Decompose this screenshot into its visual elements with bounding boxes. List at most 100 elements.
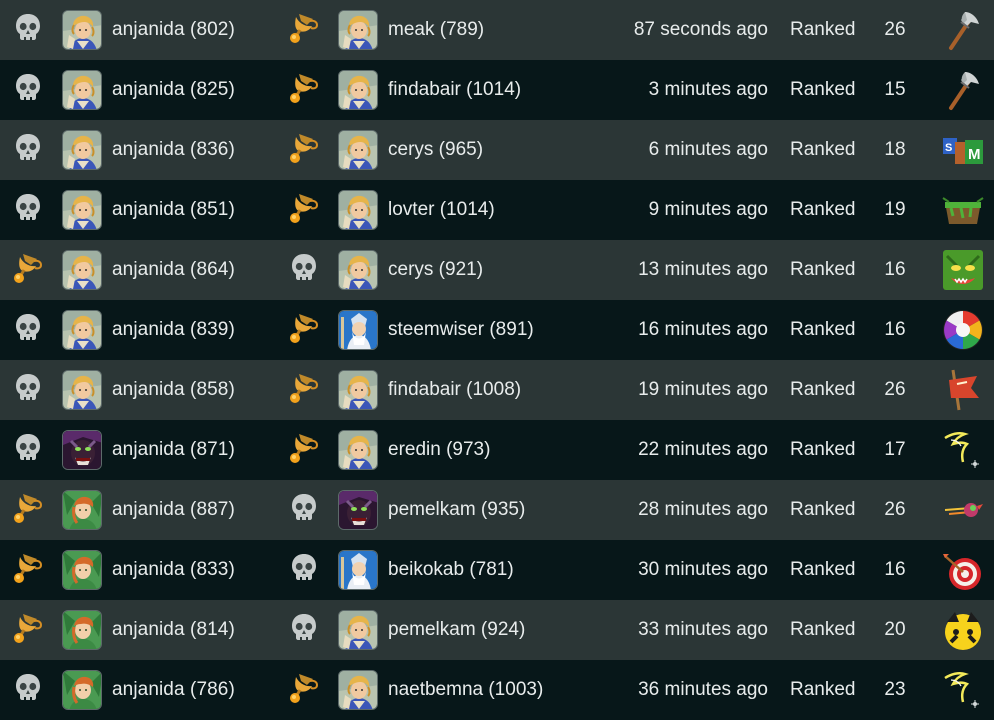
player2-avatar-cell (338, 420, 378, 480)
player1-avatar-cell (62, 660, 102, 720)
player1-name-rating[interactable]: anjanida (825) (112, 60, 235, 120)
match-type: Ranked (790, 0, 856, 60)
battle-row[interactable]: anjanida (833) beikokab (781) 30 minutes… (0, 540, 994, 600)
player1-name-rating[interactable]: anjanida (786) (112, 660, 235, 720)
skull-icon (13, 372, 43, 409)
avatar[interactable] (62, 10, 102, 50)
skull-icon (13, 672, 43, 709)
avatar[interactable] (62, 670, 102, 710)
avatar[interactable] (338, 70, 378, 110)
avatar[interactable] (62, 310, 102, 350)
avatar[interactable] (338, 490, 378, 530)
lightning-icon[interactable] (941, 428, 985, 472)
player1-name-rating[interactable]: anjanida (858) (112, 360, 235, 420)
player1-name-rating[interactable]: anjanida (833) (112, 540, 235, 600)
player2-result (282, 480, 326, 540)
avatar[interactable] (62, 250, 102, 290)
avatar[interactable] (338, 670, 378, 710)
player1-name-rating[interactable]: anjanida (836) (112, 120, 235, 180)
avatar[interactable] (62, 190, 102, 230)
avatar[interactable] (62, 70, 102, 110)
mana-cap: 16 (870, 240, 920, 300)
battle-row[interactable]: anjanida (887) pemelkam (935) 28 minutes… (0, 480, 994, 540)
avatar[interactable] (338, 310, 378, 350)
battle-row[interactable]: anjanida (814) pemelkam (924) 33 minutes… (0, 600, 994, 660)
player2-name-rating[interactable]: eredin (973) (388, 420, 490, 480)
avatar[interactable] (338, 610, 378, 650)
avatar[interactable] (338, 130, 378, 170)
player2-name-rating[interactable]: beikokab (781) (388, 540, 514, 600)
comet-icon[interactable] (941, 488, 985, 532)
battle-row[interactable]: anjanida (802) meak (789) 87 seconds ago… (0, 0, 994, 60)
player1-name-rating[interactable]: anjanida (871) (112, 420, 235, 480)
mana-cap-value: 17 (884, 439, 906, 460)
player2-avatar-cell (338, 240, 378, 300)
player1-result (6, 300, 50, 360)
battle-row[interactable]: anjanida (851) lovter (1014) 9 minutes a… (0, 180, 994, 240)
lightning-icon[interactable] (941, 668, 985, 712)
player1-name-rating[interactable]: anjanida (839) (112, 300, 235, 360)
player2-result (282, 0, 326, 60)
sm-crates-icon[interactable]: S M (941, 128, 985, 172)
battle-time: 36 minutes ago (600, 660, 768, 720)
battle-row[interactable]: anjanida (864) cerys (921) 13 minutes ag… (0, 240, 994, 300)
avatar[interactable] (338, 370, 378, 410)
player1-name-rating[interactable]: anjanida (802) (112, 0, 235, 60)
player2-name-rating[interactable]: pemelkam (935) (388, 480, 525, 540)
goblin-face-icon[interactable] (941, 248, 985, 292)
battle-row[interactable]: anjanida (786) naetbemna (1003) 36 minut… (0, 660, 994, 720)
ruleset-cell (941, 360, 985, 420)
trophy-icon (11, 491, 45, 530)
player2-avatar-cell (338, 540, 378, 600)
ruleset-cell (941, 240, 985, 300)
avatar[interactable] (62, 550, 102, 590)
avatar[interactable] (338, 190, 378, 230)
player2-name-rating[interactable]: cerys (921) (388, 240, 483, 300)
battle-row[interactable]: anjanida (871) eredin (973) 22 minutes a… (0, 420, 994, 480)
avatar[interactable] (62, 430, 102, 470)
player1-name-rating[interactable]: anjanida (864) (112, 240, 235, 300)
avatar[interactable] (338, 10, 378, 50)
ruleset-cell (941, 600, 985, 660)
battle-row[interactable]: anjanida (858) findabair (1008) 19 minut… (0, 360, 994, 420)
player1-name-rating[interactable]: anjanida (851) (112, 180, 235, 240)
avatar[interactable] (62, 130, 102, 170)
player2-name-rating[interactable]: findabair (1014) (388, 60, 521, 120)
color-wheel-icon[interactable] (941, 308, 985, 352)
player2-name-rating[interactable]: findabair (1008) (388, 360, 521, 420)
player1-result (6, 540, 50, 600)
player2-name-rating[interactable]: pemelkam (924) (388, 600, 525, 660)
axe-icon[interactable] (941, 68, 985, 112)
red-banner-icon[interactable] (941, 368, 985, 412)
battle-row[interactable]: anjanida (839) steemwiser (891) 16 minut… (0, 300, 994, 360)
player1-name-rating[interactable]: anjanida (887) (112, 480, 235, 540)
match-type: Ranked (790, 360, 856, 420)
player2-avatar-cell (338, 300, 378, 360)
player2-result (282, 240, 326, 300)
axe-icon[interactable] (941, 8, 985, 52)
avatar[interactable] (62, 610, 102, 650)
player2-name-rating[interactable]: cerys (965) (388, 120, 483, 180)
player1-name: anjanida (864) (112, 259, 235, 280)
avatar[interactable] (62, 490, 102, 530)
avatar[interactable] (338, 550, 378, 590)
avatar[interactable] (62, 370, 102, 410)
earth-block-icon[interactable] (941, 188, 985, 232)
player2-name: lovter (1014) (388, 199, 495, 220)
player2-name-rating[interactable]: naetbemna (1003) (388, 660, 543, 720)
mana-cap-value: 19 (884, 199, 906, 220)
player2-name-rating[interactable]: meak (789) (388, 0, 484, 60)
skull-icon (289, 552, 319, 589)
player2-avatar-cell (338, 0, 378, 60)
player2-name-rating[interactable]: steemwiser (891) (388, 300, 534, 360)
battle-row[interactable]: anjanida (836) cerys (965) 6 minutes ago… (0, 120, 994, 180)
player1-name-rating[interactable]: anjanida (814) (112, 600, 235, 660)
battle-time: 87 seconds ago (600, 0, 768, 60)
target-icon[interactable] (941, 548, 985, 592)
yellow-face-icon[interactable] (941, 608, 985, 652)
battle-time: 28 minutes ago (600, 480, 768, 540)
battle-row[interactable]: anjanida (825) findabair (1014) 3 minute… (0, 60, 994, 120)
player2-name-rating[interactable]: lovter (1014) (388, 180, 495, 240)
avatar[interactable] (338, 250, 378, 290)
avatar[interactable] (338, 430, 378, 470)
